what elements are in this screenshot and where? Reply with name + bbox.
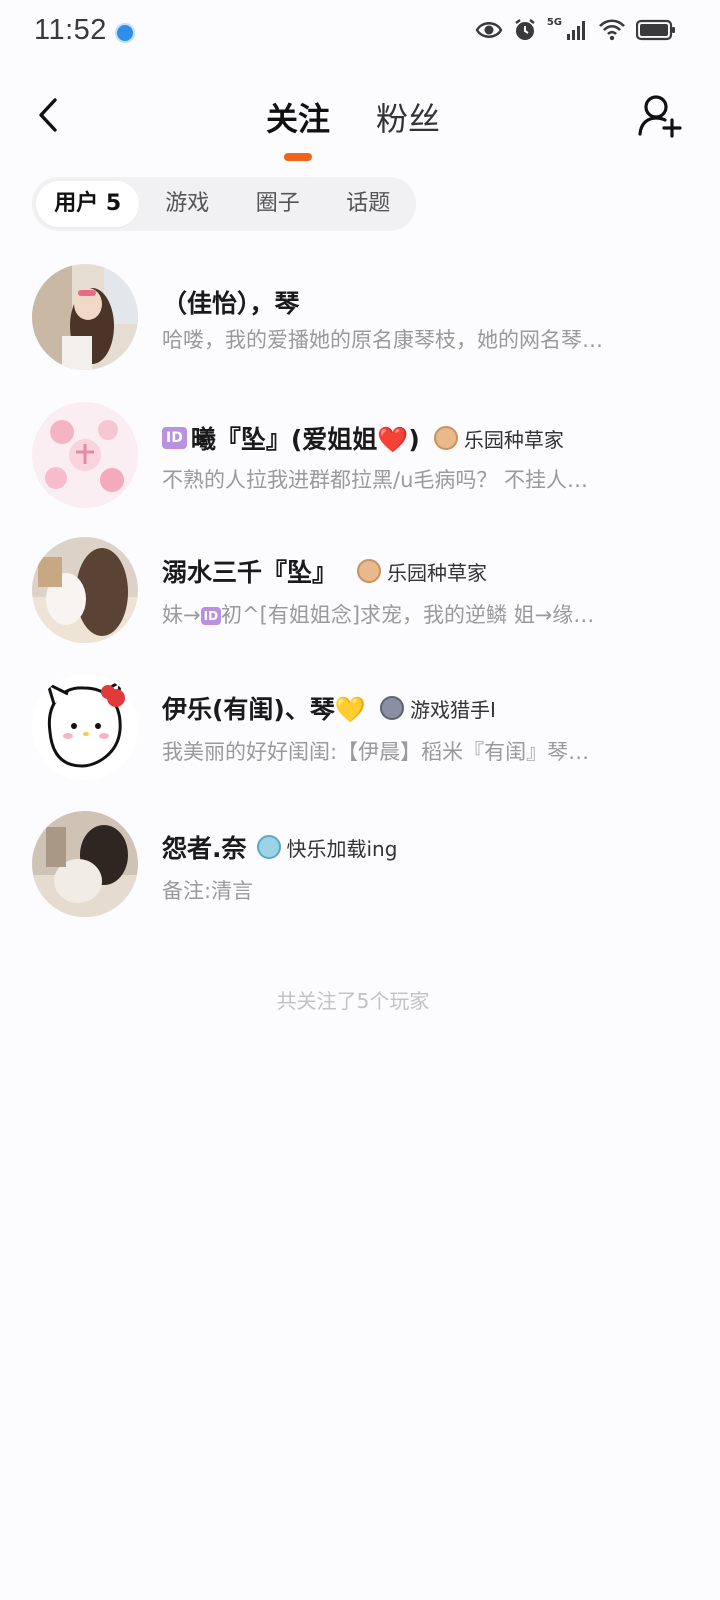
tab-following[interactable]: 关注 [266, 94, 330, 140]
wifi-icon [599, 19, 625, 41]
user-description: 备注:清言 [162, 879, 254, 903]
signal-icon [567, 21, 585, 40]
active-tab-indicator [284, 153, 312, 161]
status-bar: 11:52 5G [0, 0, 720, 68]
add-user-icon [638, 95, 682, 138]
name-row: 怨者.奈 快乐加载ing [162, 827, 397, 867]
avatar[interactable] [32, 264, 138, 370]
badge-label: 快乐加载ing [286, 836, 398, 861]
status-time: 11:52 [34, 14, 107, 46]
badge-icon [357, 559, 382, 583]
segment-topics[interactable]: 话题 [321, 181, 417, 227]
list-item[interactable]: （佳怡），琴 哈喽，我的爱播她的原名康琴枝，她的网名琴… [0, 264, 720, 384]
battery-icon [636, 19, 675, 41]
badge-icon [379, 696, 404, 720]
user-badge: 游戏猎手I [379, 694, 496, 723]
segment-users[interactable]: 用户 5 [36, 181, 140, 227]
id-tag: ID [200, 607, 222, 625]
avatar[interactable] [32, 674, 138, 780]
network-label: 5G [546, 16, 562, 28]
list-item[interactable]: 溺水三千『坠』 乐园种草家 妹→ ID 初^[有姐姐念]求宠，我的逆鳞 姐→缘… [0, 537, 720, 657]
segment-circles[interactable]: 圈子 [235, 181, 321, 227]
follow-count-footer: 共关注了5个玩家 [276, 989, 430, 1013]
user-name: 怨者.奈 [162, 834, 247, 863]
desc-text: 初^[有姐姐念]求宠，我的逆鳞 姐→缘… [221, 603, 595, 627]
user-badge: 乐园种草家 [433, 424, 564, 453]
user-badge: 快乐加载ing [256, 833, 398, 862]
user-description: 妹→ ID 初^[有姐姐念]求宠，我的逆鳞 姐→缘… [162, 599, 662, 629]
avatar[interactable] [32, 537, 138, 643]
chevron-left-icon [39, 98, 57, 132]
list-item[interactable]: 怨者.奈 快乐加载ing 备注:清言 [0, 811, 720, 931]
user-name: （佳怡），琴 [162, 289, 300, 318]
user-name: 溺水三千『坠』 [162, 558, 338, 587]
list-item[interactable]: ID 曦『坠』(爱姐姐❤️) 乐园种草家 不熟的人拉我进群都拉黑/u毛病吗？ 不… [0, 402, 720, 522]
back-button[interactable] [28, 92, 68, 138]
alarm-icon [515, 19, 535, 40]
category-segment: 用户 5 游戏 圈子 话题 [32, 177, 416, 231]
name-row: （佳怡），琴 [162, 282, 300, 322]
header: 关注 粉丝 [0, 68, 720, 168]
user-description: 哈喽，我的爱播她的原名康琴枝，她的网名琴… [162, 328, 603, 352]
segment-games[interactable]: 游戏 [139, 181, 235, 227]
avatar[interactable] [32, 811, 138, 917]
user-description: 不熟的人拉我进群都拉黑/u毛病吗？ 不挂人… [162, 468, 589, 492]
id-tag: ID [162, 427, 187, 449]
eye-icon [475, 22, 503, 38]
notification-icon [115, 23, 135, 43]
add-user-button[interactable] [636, 92, 684, 140]
name-row: ID 曦『坠』(爱姐姐❤️) 乐园种草家 [162, 418, 564, 458]
status-icons: 5G [475, 16, 676, 42]
badge-label: 游戏猎手I [409, 697, 496, 722]
avatar[interactable] [32, 402, 138, 508]
badge-label: 乐园种草家 [463, 427, 564, 452]
user-description: 我美丽的好好闺闺:【伊晨】稻米『有闺』琴… [162, 740, 590, 764]
desc-prefix: 妹→ [162, 603, 201, 627]
name-row: 溺水三千『坠』 乐园种草家 [162, 551, 487, 591]
badge-icon [256, 835, 281, 859]
name-row: 伊乐(有闺)、琴💛 游戏猎手I [162, 688, 496, 728]
tab-fans[interactable]: 粉丝 [376, 94, 440, 140]
user-name: 曦『坠』(爱姐姐❤️) [190, 425, 420, 454]
badge-icon [433, 426, 458, 450]
user-badge: 乐园种草家 [357, 557, 487, 586]
list-item[interactable]: 伊乐(有闺)、琴💛 游戏猎手I 我美丽的好好闺闺:【伊晨】稻米『有闺』琴… [0, 674, 720, 794]
user-name: 伊乐(有闺)、琴💛 [162, 695, 366, 724]
badge-label: 乐园种草家 [387, 560, 488, 585]
